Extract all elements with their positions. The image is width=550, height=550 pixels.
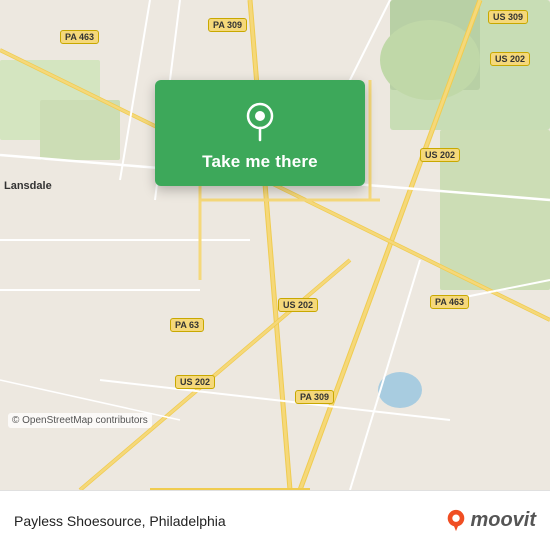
- place-label-lansdale: Lansdale: [4, 180, 52, 192]
- road-badge-pa63: PA 63: [170, 318, 204, 332]
- map-container: Take me there © OpenStreetMap contributo…: [0, 0, 550, 490]
- location-pin-icon: [238, 98, 282, 142]
- road-badge-us309-top-right: US 309: [488, 10, 528, 24]
- road-badge-pa309-low: PA 309: [295, 390, 334, 404]
- road-badge-us202-right: US 202: [420, 148, 460, 162]
- place-name: Payless Shoesource, Philadelphia: [14, 513, 226, 529]
- road-badge-pa463-right: PA 463: [430, 295, 469, 309]
- moovit-brand-text: moovit: [470, 509, 536, 532]
- road-badge-us202-top-right: US 202: [490, 52, 530, 66]
- moovit-logo: moovit: [446, 509, 536, 533]
- road-badge-pa309-top: PA 309: [208, 18, 247, 32]
- road-badge-us202-mid: US 202: [278, 298, 318, 312]
- road-badge-us202-low: US 202: [175, 375, 215, 389]
- bottom-bar: Payless Shoesource, Philadelphia moovit: [0, 490, 550, 550]
- cta-card[interactable]: Take me there: [155, 80, 365, 186]
- road-badge-pa463-top: PA 463: [60, 30, 99, 44]
- moovit-pin-icon: [446, 509, 466, 533]
- map-attribution: © OpenStreetMap contributors: [8, 413, 152, 428]
- cta-label: Take me there: [202, 152, 318, 172]
